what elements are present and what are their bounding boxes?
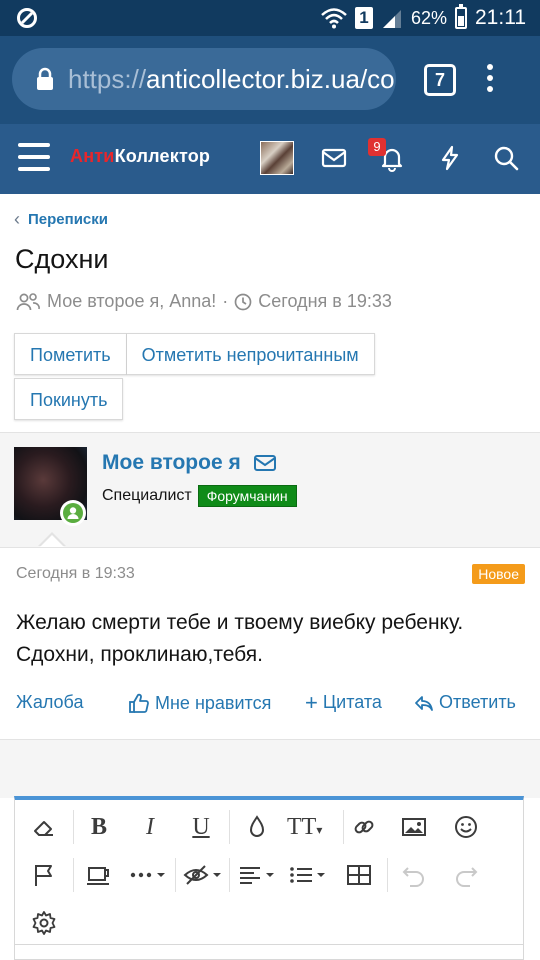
battery-icon [455, 4, 467, 29]
envelope-icon[interactable] [320, 144, 348, 172]
editor-text-area[interactable] [15, 944, 523, 959]
sync-disabled-icon [17, 8, 37, 28]
flag-icon[interactable] [29, 860, 59, 890]
table-icon[interactable] [344, 860, 374, 890]
more-icon[interactable] [127, 860, 171, 890]
message-author-block: Мое второе я Специалист Форумчанин [0, 432, 540, 548]
online-status [60, 500, 86, 526]
report-link[interactable]: Жалоба [16, 692, 83, 713]
like-link[interactable]: Мне нравится [128, 692, 271, 714]
browser-menu-icon[interactable] [486, 64, 494, 96]
reply-area-background [0, 739, 540, 798]
message-actions: Жалоба Мне нравится + Цитата Ответить [16, 689, 526, 718]
sim-badge: 1 [354, 7, 373, 29]
message-pointer-inner [40, 535, 64, 547]
clock-icon [234, 293, 252, 310]
list-icon[interactable] [287, 860, 331, 890]
new-badge: Новое [472, 564, 525, 584]
search-icon[interactable] [492, 144, 520, 172]
message-date[interactable]: Сегодня в 19:33 [16, 565, 135, 583]
users-icon [16, 292, 40, 310]
text-size-icon[interactable]: TT▾ [287, 812, 331, 842]
site-logo[interactable]: АнтиКоллектор [70, 146, 210, 167]
status-bar: 1 62% 21:11 [0, 0, 540, 36]
username-label: Мое второе я [102, 451, 241, 474]
author-username[interactable]: Мое второе я [102, 451, 277, 475]
reply-link[interactable]: Ответить [414, 692, 516, 713]
breadcrumb-label: Переписки [28, 211, 108, 228]
wifi-icon [321, 8, 347, 29]
redo-icon[interactable] [451, 860, 481, 890]
smiley-icon[interactable] [451, 812, 481, 842]
breadcrumb[interactable]: ‹ Переписки [14, 209, 108, 230]
underline-icon[interactable]: U [186, 812, 216, 842]
site-header: АнтиКоллектор 9 [0, 124, 540, 194]
role-label: Специалист [102, 487, 192, 504]
address-bar[interactable]: https://anticollector.biz.ua/co [12, 48, 396, 110]
conversation-buttons-row2: Покинуть [14, 378, 124, 420]
align-icon[interactable] [237, 860, 281, 890]
conversation-buttons: Пометить Отметить непрочитанным [14, 333, 375, 375]
meta-separator: · [222, 291, 229, 311]
browser-toolbar: https://anticollector.biz.ua/co 7 [0, 36, 540, 124]
signal-icon [382, 10, 401, 28]
user-title-badge: Форумчанин [197, 485, 297, 507]
reply-icon [415, 695, 433, 711]
chevron-left-icon: ‹ [14, 209, 20, 229]
envelope-icon[interactable] [253, 453, 277, 473]
hide-icon[interactable] [182, 860, 226, 890]
gear-icon[interactable] [29, 908, 59, 938]
image-icon[interactable] [399, 812, 429, 842]
conversation-meta: Мое второе я, Anna! · Сегодня в 19:33 [15, 291, 392, 312]
author-role: Специалист Форумчанин [102, 485, 297, 507]
cup-icon[interactable] [84, 860, 114, 890]
mark-unread-button[interactable]: Отметить непрочитанным [126, 333, 375, 375]
color-icon[interactable] [242, 812, 272, 842]
lock-icon [37, 67, 53, 90]
link-icon[interactable] [349, 812, 379, 842]
plus-icon: + [305, 689, 318, 715]
user-icon [67, 507, 79, 519]
thumbs-up-icon [129, 693, 149, 713]
eraser-icon[interactable] [29, 812, 59, 842]
lightning-icon[interactable] [436, 144, 464, 172]
notification-count-badge: 9 [368, 138, 386, 156]
conversation-time: Сегодня в 19:33 [258, 291, 392, 311]
leave-button[interactable]: Покинуть [14, 378, 124, 420]
battery-percent: 62% [410, 7, 447, 28]
quote-link[interactable]: + Цитата [305, 689, 382, 715]
bold-icon[interactable]: B [84, 812, 114, 842]
page-title: Сдохни [15, 244, 109, 274]
reply-editor: B I U TT▾ [14, 796, 524, 960]
tab-switcher-button[interactable]: 7 [424, 64, 456, 96]
account-avatar[interactable] [260, 141, 294, 175]
menu-icon[interactable] [18, 143, 50, 173]
participants[interactable]: Мое второе я, Anna! [47, 291, 216, 312]
italic-icon[interactable]: I [135, 812, 165, 842]
mark-button[interactable]: Пометить [14, 333, 127, 375]
url-text: https://anticollector.biz.ua/co [68, 64, 395, 94]
message-text: Желаю смерти тебе и твоему виебку ребенк… [16, 611, 464, 666]
clock: 21:11 [475, 6, 526, 29]
undo-icon[interactable] [399, 860, 429, 890]
